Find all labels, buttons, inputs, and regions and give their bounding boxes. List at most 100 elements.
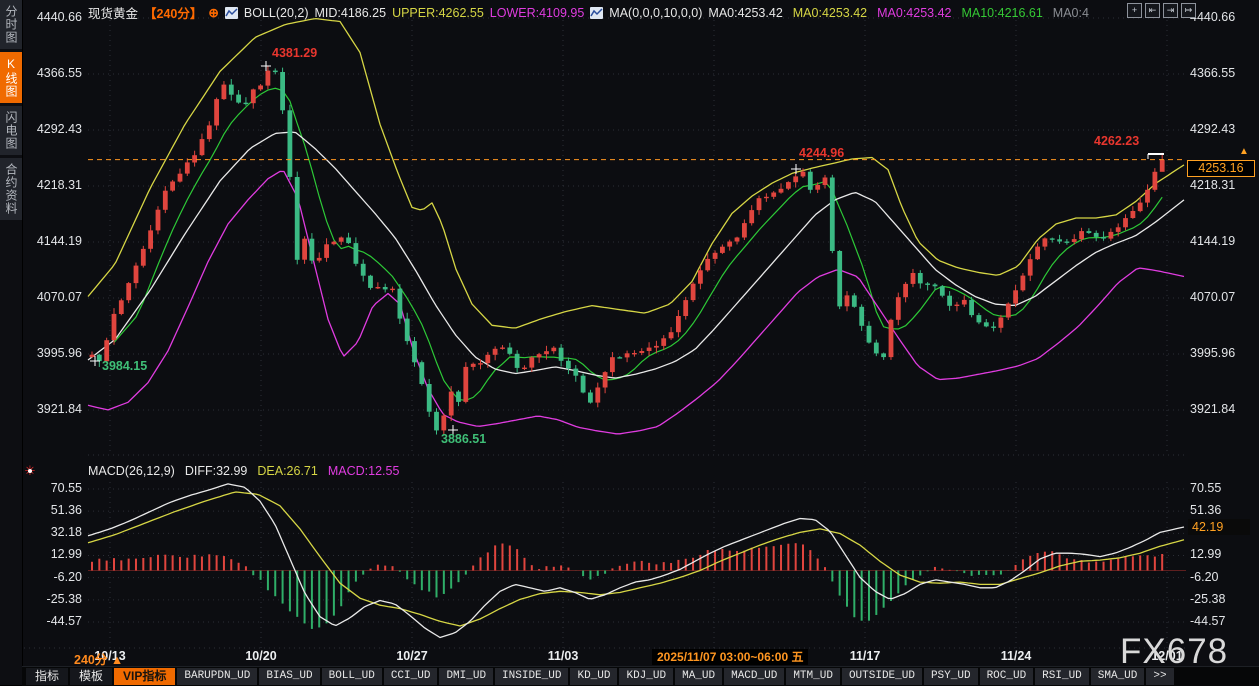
macd-settings-icon[interactable]: ✳ bbox=[22, 463, 38, 479]
ma-value: MA0:4253.42 bbox=[877, 6, 951, 20]
macd-axis-label-left: 70.55 bbox=[22, 481, 82, 495]
circle-plus-icon[interactable]: ⊕ bbox=[208, 5, 218, 20]
price-axis-label-right: 4218.31 bbox=[1190, 178, 1256, 192]
macd-axis-label-left: 51.36 bbox=[22, 503, 82, 517]
boll-indicator-icon[interactable] bbox=[225, 7, 238, 19]
indicator-tab-boll-ud[interactable]: BOLL_UD bbox=[322, 668, 382, 685]
instrument-title: 现货黄金 bbox=[88, 3, 138, 22]
selected-candle-time-label: 2025/11/07 03:00~06:00 五 bbox=[652, 649, 808, 665]
macd-axis-label-right: -6.20 bbox=[1190, 570, 1256, 584]
indicator-tab-psy-ud[interactable]: PSY_UD bbox=[924, 668, 978, 685]
x-axis-date-label: 11/03 bbox=[528, 649, 598, 663]
expand-axis-icon[interactable]: ⇥ bbox=[1163, 3, 1178, 18]
sidebar-tab-item[interactable]: 分时图 bbox=[0, 0, 22, 49]
boll-upper-value: UPPER:4262.55 bbox=[392, 6, 484, 20]
indicator-tab--[interactable]: 指标 bbox=[26, 668, 68, 685]
indicator-tab-rsi-ud[interactable]: RSI_UD bbox=[1035, 668, 1089, 685]
macd-axis-label-left: 32.18 bbox=[22, 525, 82, 539]
price-axis-label-right: 3921.84 bbox=[1190, 402, 1256, 416]
price-axis-label-left: 4144.19 bbox=[22, 234, 82, 248]
x-axis-date-label: 10/27 bbox=[377, 649, 447, 663]
ma-indicator-icon[interactable] bbox=[590, 7, 603, 19]
macd-axis-label-left: -44.57 bbox=[22, 614, 82, 628]
macd-name: MACD(26,12,9) bbox=[88, 464, 175, 478]
price-axis-label-right: 4144.19 bbox=[1190, 234, 1256, 248]
sidebar: 分时图 K线图闪电图合约资料 bbox=[0, 0, 23, 685]
price-annotation: 4244.96 bbox=[799, 146, 844, 160]
chart-canvas[interactable] bbox=[0, 0, 1259, 685]
grid bbox=[24, 10, 1186, 648]
trading-terminal: 分时图 K线图闪电图合约资料 现货黄金 【240分】 ⊕ BOLL(20,2) M… bbox=[0, 0, 1259, 685]
indicator-tab-vip-[interactable]: VIP指标 bbox=[114, 668, 175, 685]
chart-tools: +⇤⇥↦ bbox=[1127, 3, 1196, 18]
price-axis-label-left: 3995.96 bbox=[22, 346, 82, 360]
watermark: FX678 bbox=[1120, 632, 1228, 672]
bollinger-bands bbox=[88, 19, 1184, 434]
move-tool-icon[interactable]: + bbox=[1127, 3, 1142, 18]
price-annotation: 3984.15 bbox=[102, 359, 147, 373]
price-axis-label-right: 4440.66 bbox=[1190, 10, 1256, 24]
ma-values: MA0:4253.42 MA0:4253.42 MA0:4253.42 MA10:42… bbox=[708, 6, 1089, 20]
indicator-tab-bias-ud[interactable]: BIAS_UD bbox=[259, 668, 319, 685]
shift-axis-icon[interactable]: ↦ bbox=[1181, 3, 1196, 18]
indicator-tab-dmi-ud[interactable]: DMI_UD bbox=[439, 668, 493, 685]
x-axis-date-label: 11/24 bbox=[981, 649, 1051, 663]
sidebar-tab-item[interactable]: 合约资料 bbox=[0, 158, 22, 220]
indicator-tab-kdj-ud[interactable]: KDJ_UD bbox=[619, 668, 673, 685]
sidebar-tab-item[interactable]: 闪电图 bbox=[0, 106, 22, 155]
price-axis-label-left: 4070.07 bbox=[22, 290, 82, 304]
indicator-tab-barupdn-ud[interactable]: BARUPDN_UD bbox=[177, 668, 257, 685]
price-up-arrow-icon: ▲ bbox=[1239, 146, 1249, 157]
macd-header: MACD(26,12,9) DIFF:32.99 DEA:26.71 MACD:… bbox=[88, 464, 399, 478]
current-price-tag: 4253.16 bbox=[1187, 160, 1255, 177]
macd-axis-label-left: -6.20 bbox=[22, 570, 82, 584]
macd-axis-label-right: 51.36 bbox=[1190, 503, 1256, 517]
ma-value: MA0:4 bbox=[1053, 6, 1089, 20]
period-badge: 【240分】 bbox=[144, 3, 202, 22]
ma-value: MA0:4253.42 bbox=[708, 6, 782, 20]
indicator-toolbar: 指标模板VIP指标BARUPDN_UDBIAS_UDBOLL_UDCCI_UDD… bbox=[22, 666, 1259, 686]
macd-diff-value: DIFF:32.99 bbox=[185, 464, 248, 478]
macd-panel bbox=[88, 484, 1186, 638]
macd-axis-label-right: 70.55 bbox=[1190, 481, 1256, 495]
price-annotation: 3886.51 bbox=[441, 432, 486, 446]
macd-axis-label-right: -25.38 bbox=[1190, 592, 1256, 606]
indicator-tab-macd-ud[interactable]: MACD_UD bbox=[724, 668, 784, 685]
extreme-markers bbox=[90, 61, 1164, 435]
price-annotation: 4262.23 bbox=[1094, 134, 1139, 148]
indicator-tab-roc-ud[interactable]: ROC_UD bbox=[980, 668, 1034, 685]
macd-axis-label-left: -25.38 bbox=[22, 592, 82, 606]
macd-axis-label-left: 12.99 bbox=[22, 547, 82, 561]
sidebar-tab-active[interactable]: K线图 bbox=[0, 52, 22, 103]
indicator-tab--[interactable]: 模板 bbox=[70, 668, 112, 685]
price-axis-label-left: 4366.55 bbox=[22, 66, 82, 80]
boll-label: BOLL(20,2) bbox=[244, 6, 309, 20]
boll-mid-value: MID:4186.25 bbox=[314, 6, 386, 20]
indicator-tab-inside-ud[interactable]: INSIDE_UD bbox=[495, 668, 568, 685]
macd-axis-label-right: -44.57 bbox=[1190, 614, 1256, 628]
indicator-tab-mtm-ud[interactable]: MTM_UD bbox=[786, 668, 840, 685]
indicator-tab-outside-ud[interactable]: OUTSIDE_UD bbox=[842, 668, 922, 685]
price-axis-label-right: 4070.07 bbox=[1190, 290, 1256, 304]
candlesticks bbox=[90, 66, 1165, 435]
x-axis-date-label: 10/20 bbox=[226, 649, 296, 663]
price-axis-label-left: 4292.43 bbox=[22, 122, 82, 136]
price-annotation: 4381.29 bbox=[272, 46, 317, 60]
price-axis-label-left: 4218.31 bbox=[22, 178, 82, 192]
ma-value: MA0:4253.42 bbox=[793, 6, 867, 20]
price-axis-label-right: 3995.96 bbox=[1190, 346, 1256, 360]
indicator-tab-ma-ud[interactable]: MA_UD bbox=[675, 668, 722, 685]
price-axis-label-left: 3921.84 bbox=[22, 402, 82, 416]
price-axis-label-right: 4366.55 bbox=[1190, 66, 1256, 80]
x-axis-date-label: 11/17 bbox=[830, 649, 900, 663]
indicator-tab-kd-ud[interactable]: KD_UD bbox=[570, 668, 617, 685]
ma-value: MA10:4216.61 bbox=[961, 6, 1042, 20]
indicator-tab-cci-ud[interactable]: CCI_UD bbox=[384, 668, 438, 685]
macd-dea-value: DEA:26.71 bbox=[257, 464, 317, 478]
price-axis-label-left: 4440.66 bbox=[22, 10, 82, 24]
macd-axis-label-right: 12.99 bbox=[1190, 547, 1256, 561]
ma-label: MA(0,0,0,10,0,0) bbox=[609, 6, 702, 20]
price-axis-label-right: 4292.43 bbox=[1190, 122, 1256, 136]
compress-axis-icon[interactable]: ⇤ bbox=[1145, 3, 1160, 18]
boll-lower-value: LOWER:4109.95 bbox=[490, 6, 585, 20]
